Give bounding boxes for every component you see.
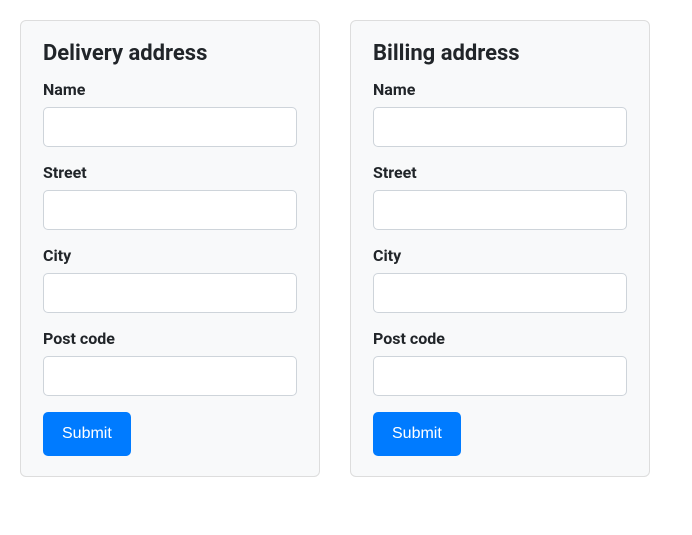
- delivery-submit-button[interactable]: Submit: [43, 412, 131, 456]
- delivery-address-card: Delivery address Name Street City Post c…: [20, 20, 320, 477]
- delivery-postcode-group: Post code: [43, 329, 297, 396]
- billing-card-title: Billing address: [373, 41, 627, 66]
- billing-name-input[interactable]: [373, 107, 627, 147]
- billing-postcode-label: Post code: [373, 329, 627, 348]
- billing-street-label: Street: [373, 163, 627, 182]
- billing-name-label: Name: [373, 80, 627, 99]
- delivery-card-title: Delivery address: [43, 41, 297, 66]
- billing-city-label: City: [373, 246, 627, 265]
- billing-postcode-group: Post code: [373, 329, 627, 396]
- delivery-name-label: Name: [43, 80, 297, 99]
- billing-address-card: Billing address Name Street City Post co…: [350, 20, 650, 477]
- delivery-street-group: Street: [43, 163, 297, 230]
- delivery-street-label: Street: [43, 163, 297, 182]
- billing-city-input[interactable]: [373, 273, 627, 313]
- delivery-name-input[interactable]: [43, 107, 297, 147]
- address-forms-container: Delivery address Name Street City Post c…: [20, 20, 672, 477]
- delivery-city-input[interactable]: [43, 273, 297, 313]
- delivery-street-input[interactable]: [43, 190, 297, 230]
- delivery-postcode-label: Post code: [43, 329, 297, 348]
- billing-name-group: Name: [373, 80, 627, 147]
- billing-postcode-input[interactable]: [373, 356, 627, 396]
- delivery-postcode-input[interactable]: [43, 356, 297, 396]
- billing-submit-button[interactable]: Submit: [373, 412, 461, 456]
- delivery-city-group: City: [43, 246, 297, 313]
- delivery-name-group: Name: [43, 80, 297, 147]
- billing-street-input[interactable]: [373, 190, 627, 230]
- billing-street-group: Street: [373, 163, 627, 230]
- billing-city-group: City: [373, 246, 627, 313]
- delivery-city-label: City: [43, 246, 297, 265]
